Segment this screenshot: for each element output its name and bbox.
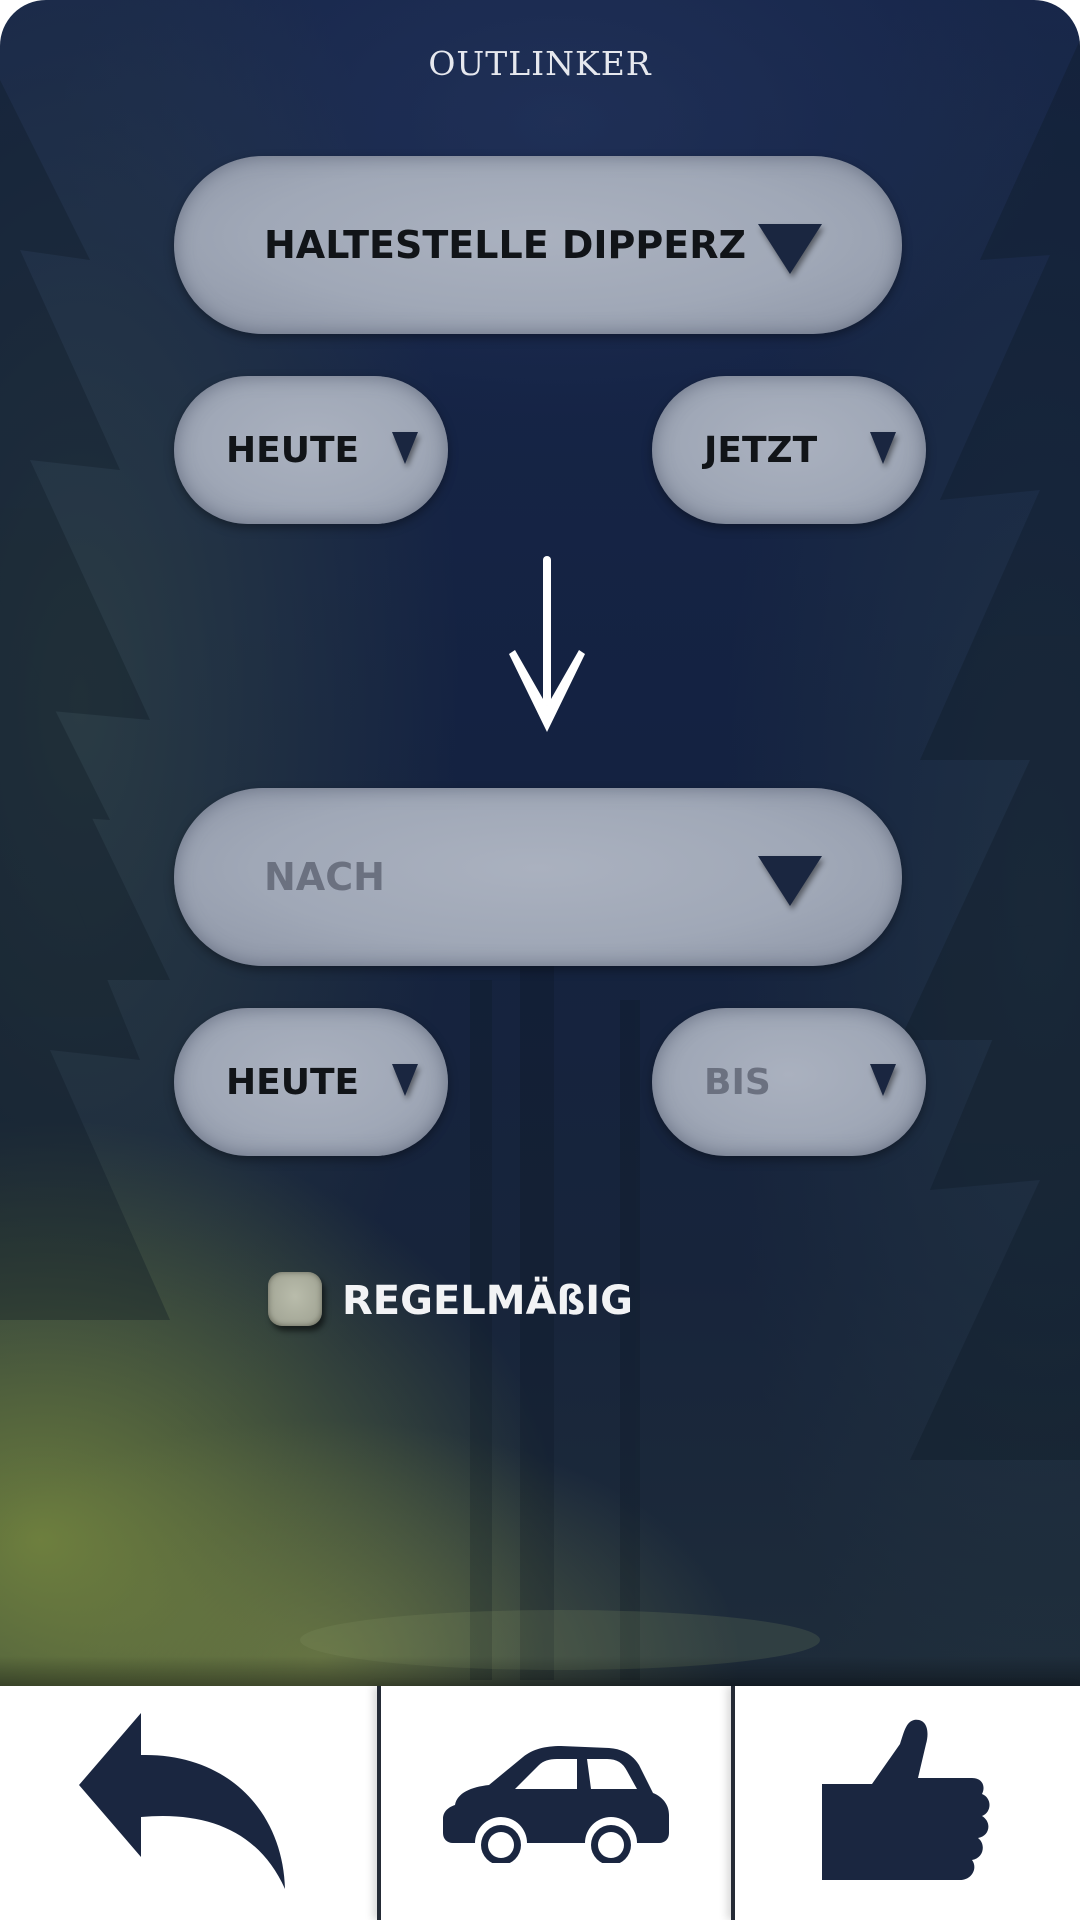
background-forest: OUTLINKER HALTESTELLE DIPPERZ HEUTE JETZ… <box>0 0 1080 1686</box>
recurring-label[interactable]: REGELMÄßIG <box>342 1278 633 1324</box>
recurring-checkbox[interactable] <box>268 1272 322 1326</box>
to-date-select[interactable]: HEUTE <box>174 1008 448 1156</box>
to-time-placeholder: BIS <box>704 1061 771 1103</box>
confirm-button[interactable] <box>730 1686 1080 1920</box>
back-arrow-icon <box>78 1713 285 1889</box>
from-date-value: HEUTE <box>226 429 360 471</box>
from-date-select[interactable]: HEUTE <box>174 376 448 524</box>
chevron-down-icon <box>870 1064 896 1096</box>
app-title: OUTLINKER <box>428 44 652 83</box>
chevron-down-icon <box>758 224 822 274</box>
chevron-down-icon <box>392 432 418 464</box>
chevron-down-icon <box>870 432 896 464</box>
thumbs-up-icon <box>822 1719 990 1880</box>
chevron-down-icon <box>758 856 822 906</box>
from-stop-select[interactable]: HALTESTELLE DIPPERZ <box>174 156 902 334</box>
to-stop-select[interactable]: NACH <box>174 788 902 966</box>
screen: OUTLINKER HALTESTELLE DIPPERZ HEUTE JETZ… <box>0 0 1080 1920</box>
bottom-nav <box>0 1686 1080 1920</box>
to-date-value: HEUTE <box>226 1061 360 1103</box>
from-time-value: JETZT <box>704 429 818 471</box>
car-icon <box>442 1746 669 1863</box>
car-button[interactable] <box>377 1686 730 1920</box>
back-button[interactable] <box>0 1686 377 1920</box>
from-time-select[interactable]: JETZT <box>652 376 926 524</box>
chevron-down-icon <box>392 1064 418 1096</box>
to-stop-placeholder: NACH <box>264 855 385 899</box>
to-time-select[interactable]: BIS <box>652 1008 926 1156</box>
from-stop-value: HALTESTELLE DIPPERZ <box>264 223 747 267</box>
arrow-down-icon <box>509 556 585 732</box>
